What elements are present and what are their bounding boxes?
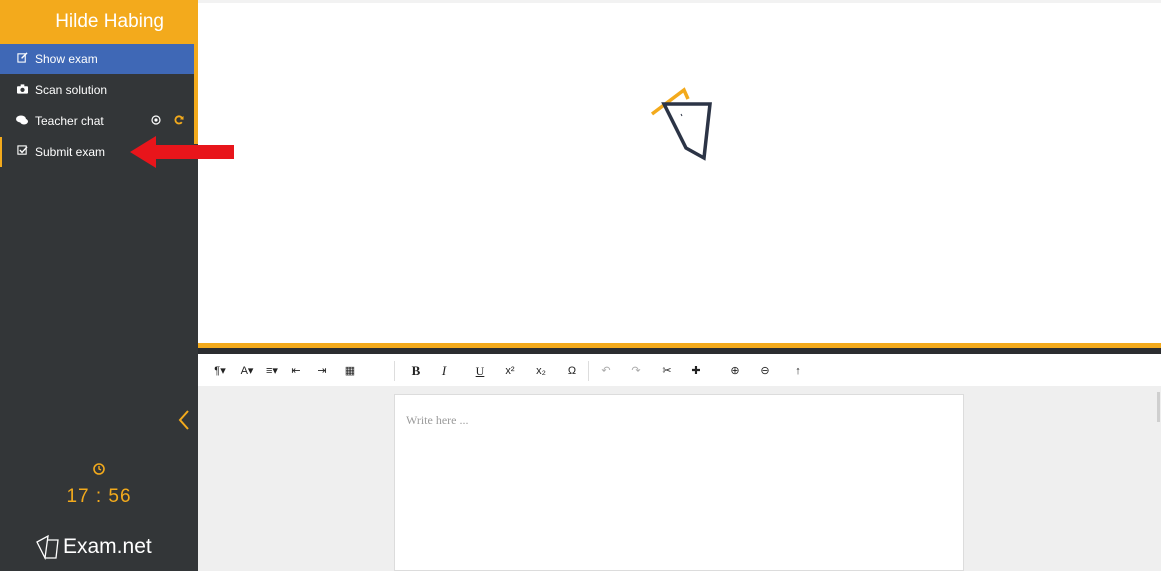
exam-viewer — [198, 0, 1161, 342]
clock-icon — [93, 462, 105, 479]
table-button[interactable]: ▦ — [340, 361, 360, 381]
paragraph-format-button[interactable]: ¶▾ — [210, 361, 230, 381]
camera-icon — [15, 76, 29, 106]
zoom-out-editor-button[interactable]: ⊖ — [755, 361, 775, 381]
red-arrow-annotation — [130, 136, 234, 168]
font-size-button[interactable]: A▾ — [237, 361, 257, 381]
plugin-button[interactable]: ✚ — [686, 361, 706, 381]
italic-button[interactable]: I — [434, 361, 454, 381]
split-divider-dark — [198, 348, 1161, 354]
refresh-icon[interactable] — [174, 114, 184, 128]
subscript-button[interactable]: x₂ — [531, 361, 551, 381]
cut-button[interactable]: ✂ — [657, 361, 677, 381]
menu-item-teacher-chat[interactable]: Teacher chat — [0, 106, 194, 136]
editor-placeholder: Write here ... — [406, 413, 469, 427]
chat-extras — [141, 106, 184, 136]
collapse-chevron-icon[interactable] — [176, 408, 192, 432]
editor-scrollbar[interactable] — [1157, 392, 1160, 422]
superscript-button[interactable]: x² — [500, 361, 520, 381]
menu-item-label: Submit exam — [35, 145, 106, 159]
exam-net-logo-icon — [36, 534, 59, 560]
sidebar: Hilde Habing Show exam Scan solution Tea… — [0, 0, 198, 571]
user-name-header: Hilde Habing — [0, 0, 194, 44]
menu-item-scan-solution[interactable]: Scan solution — [0, 75, 194, 105]
chat-icon — [15, 107, 29, 137]
underline-button[interactable]: U — [470, 361, 490, 381]
answer-editor[interactable]: Write here ... — [394, 394, 964, 571]
logo-text: Exam.net — [63, 535, 152, 558]
indent-button[interactable]: ⇥ — [312, 361, 332, 381]
edit-icon — [15, 45, 29, 75]
checkbox-icon — [15, 138, 29, 168]
outdent-button[interactable]: ⇤ — [286, 361, 306, 381]
undo-button[interactable]: ↶ — [596, 361, 616, 381]
timer-text: 17 : 56 — [66, 486, 132, 507]
scroll-up-button[interactable]: ↑ — [788, 361, 808, 381]
exam-timer: 17 : 56 — [0, 462, 198, 508]
menu-item-label: Teacher chat — [35, 114, 104, 128]
redo-button[interactable]: ↷ — [626, 361, 646, 381]
toolbar-separator — [588, 361, 589, 381]
toolbar-separator — [394, 361, 395, 381]
loading-icon — [650, 87, 712, 161]
exam-net-logo: Exam.net — [34, 532, 152, 562]
bold-button[interactable]: B — [406, 361, 426, 381]
menu-item-show-exam[interactable]: Show exam — [0, 44, 194, 74]
align-button[interactable]: ≡▾ — [262, 361, 282, 381]
menu-item-label: Show exam — [35, 52, 98, 66]
zoom-in-editor-button[interactable]: ⊕ — [725, 361, 745, 381]
menu-item-label: Scan solution — [35, 83, 108, 97]
editor-toolbar: ¶▾ A▾ ≡▾ ⇤ ⇥ ▦ B I Ux² x₂ Ω ↶ ↷ ✂ ✚ ⊕ ⊖ ↑ — [198, 356, 1161, 387]
special-char-button[interactable]: Ω — [562, 361, 582, 381]
target-icon[interactable] — [151, 114, 164, 128]
